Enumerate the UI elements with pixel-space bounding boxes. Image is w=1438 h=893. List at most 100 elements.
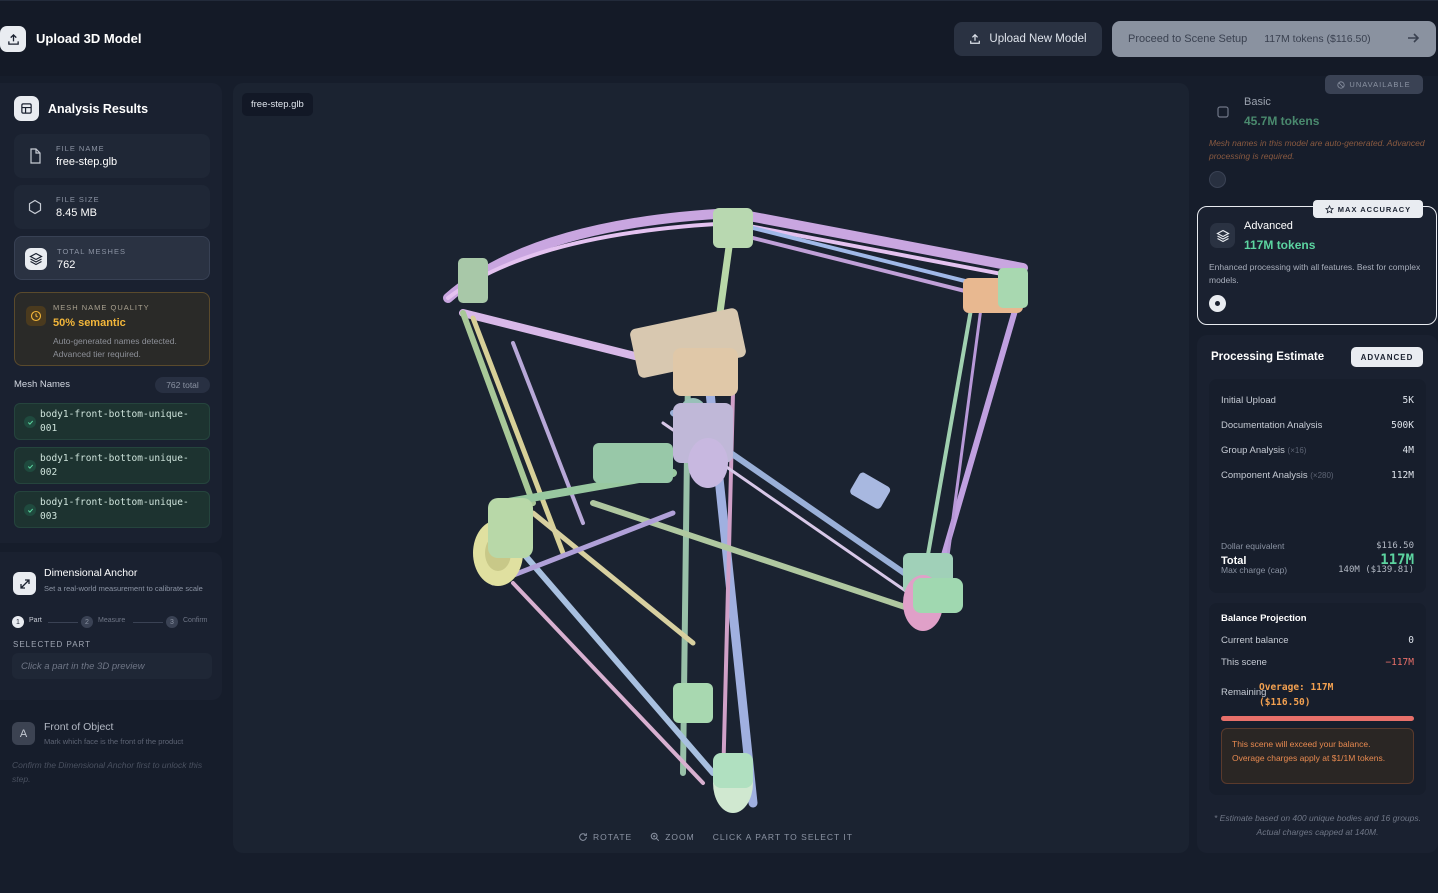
total-meshes-card: TOTAL MESHES 762 — [14, 236, 210, 280]
zoom-hint-label: ZOOM — [665, 832, 695, 842]
row-label: Component Analysis — [1221, 470, 1308, 481]
basic-tier-name: Basic — [1244, 96, 1271, 108]
max-charge-label: Max charge (cap) — [1221, 565, 1288, 575]
front-locked-note: Confirm the Dimensional Anchor first to … — [12, 760, 203, 784]
estimate-row: Documentation Analysis 500K — [1221, 420, 1414, 431]
arrow-right-icon — [1408, 33, 1420, 43]
anchor-steps: 1 Part 2 Measure 3 Confirm — [12, 615, 212, 629]
file-size-card: FILE SIZE 8.45 MB — [14, 185, 210, 229]
mesh-name-quality-card: MESH NAME QUALITY 50% semantic Auto-gene… — [14, 292, 210, 366]
page-title: Upload 3D Model — [36, 31, 142, 46]
advanced-tier-tokens: 117M tokens — [1244, 238, 1316, 252]
file-name-label: FILE NAME — [56, 144, 105, 153]
upload-new-model-button[interactable]: Upload New Model — [954, 22, 1102, 56]
row-value: 4M — [1402, 445, 1414, 456]
analysis-title: Analysis Results — [48, 101, 149, 116]
quality-description: Auto-generated names detected. Advanced … — [53, 336, 177, 359]
star-icon — [1324, 204, 1334, 214]
check-icon — [24, 460, 36, 472]
this-scene-label: This scene — [1221, 657, 1267, 668]
step-divider — [133, 622, 163, 623]
estimate-row: Component Analysis (×280) 112M — [1221, 470, 1414, 481]
frame-joint — [458, 258, 488, 303]
wheel — [713, 753, 753, 788]
frame-joint — [850, 472, 891, 509]
max-charge-value: 140M ($139.81) — [1338, 565, 1414, 575]
overage-warning: This scene will exceed your balance. Ove… — [1221, 728, 1414, 784]
step-3-dot: 3 — [166, 616, 178, 628]
basic-tier-radio[interactable] — [1209, 171, 1226, 188]
zoom-hint: ZOOM — [650, 832, 695, 842]
step-2-dot: 2 — [81, 616, 93, 628]
front-step-badge: A — [12, 722, 35, 745]
model-viewer[interactable]: free-step.glb ROTATE ZOOM CLICK A PART T… — [233, 83, 1189, 853]
zoom-icon — [650, 832, 660, 842]
file-size-label: FILE SIZE — [56, 195, 100, 204]
total-meshes-value: 762 — [57, 259, 76, 271]
unavailable-label: UNAVAILABLE — [1349, 80, 1411, 89]
front-description: Mark which face is the front of the prod… — [44, 737, 184, 746]
upload-icon — [0, 26, 26, 52]
row-label: Initial Upload — [1221, 395, 1276, 406]
dollar-row: Dollar equivalent $116.50 — [1221, 541, 1414, 551]
this-scene-row: This scene −117M — [1221, 657, 1414, 668]
step-1-dot: 1 — [12, 616, 24, 628]
mesh-list-item[interactable]: body1-front-bottom-unique-002 — [14, 447, 210, 484]
frame-joint — [673, 683, 713, 723]
basic-tier-tokens: 45.7M tokens — [1244, 114, 1320, 128]
frame-joint — [713, 208, 753, 248]
selected-part-field[interactable]: Click a part in the 3D preview — [12, 653, 212, 679]
proceed-to-scene-setup-button[interactable]: Proceed to Scene Setup 117M tokens ($116… — [1112, 21, 1436, 57]
advanced-tier-name: Advanced — [1244, 220, 1293, 232]
frame-joint — [998, 268, 1028, 308]
overage-value: Overage: 117M ($116.50) — [1259, 680, 1333, 710]
row-multiplier: (×16) — [1287, 446, 1307, 455]
overage-amount: Overage: 117M — [1259, 682, 1334, 693]
frame-strut — [590, 500, 926, 616]
unavailable-badge: UNAVAILABLE — [1325, 75, 1423, 94]
advanced-badge: ADVANCED — [1351, 347, 1423, 367]
quality-value: 50% semantic — [53, 317, 126, 329]
rotate-hint-label: ROTATE — [593, 832, 633, 842]
estimate-row: Initial Upload 5K — [1221, 395, 1414, 406]
table-icon — [14, 96, 39, 121]
rotate-hint: ROTATE — [578, 832, 632, 842]
step-divider — [48, 622, 78, 623]
estimate-row: Group Analysis (×16) 4M — [1221, 445, 1414, 456]
step-1-label: Part — [29, 617, 42, 624]
mesh-list-item[interactable]: body1-front-bottom-unique-001 — [14, 403, 210, 440]
balance-projection: Balance Projection Current balance 0 Thi… — [1209, 603, 1426, 795]
advanced-tier-radio[interactable] — [1209, 295, 1226, 312]
check-icon — [24, 416, 36, 428]
row-multiplier: (×280) — [1310, 471, 1334, 480]
click-hint: CLICK A PART TO SELECT IT — [712, 832, 853, 842]
3d-model-preview[interactable] — [233, 83, 1189, 853]
max-accuracy-badge: MAX ACCURACY — [1313, 200, 1423, 218]
upload-icon — [970, 33, 981, 44]
mesh-names-label: Mesh Names — [14, 379, 70, 390]
wheel — [913, 578, 963, 613]
file-name-value: free-step.glb — [56, 156, 118, 168]
analysis-results-panel: Analysis Results FILE NAME free-step.glb… — [0, 83, 222, 543]
check-icon — [24, 504, 36, 516]
wheel — [488, 498, 533, 558]
this-scene-value: −117M — [1385, 657, 1414, 668]
total-meshes-label: TOTAL MESHES — [57, 247, 126, 256]
mesh-list-item[interactable]: body1-front-bottom-unique-003 — [14, 491, 210, 528]
max-charge-row: Max charge (cap) 140M ($139.81) — [1221, 565, 1414, 575]
balance-title: Balance Projection — [1221, 613, 1307, 624]
row-value: 5K — [1402, 395, 1414, 406]
row-value: 112M — [1391, 470, 1414, 481]
frame-joint — [593, 443, 673, 483]
upload-new-model-label: Upload New Model — [989, 33, 1087, 45]
estimate-title: Processing Estimate — [1211, 351, 1325, 363]
layers-icon — [25, 248, 47, 270]
anchor-description: Set a real-world measurement to calibrat… — [44, 584, 203, 593]
dollar-value: $116.50 — [1376, 541, 1414, 551]
mesh-name: body1-front-bottom-unique-001 — [40, 409, 189, 434]
rotate-icon — [579, 833, 587, 841]
radio-dot — [1215, 301, 1220, 306]
quality-label: MESH NAME QUALITY — [53, 303, 150, 312]
front-of-object-panel: A Front of Object Mark which face is the… — [0, 708, 222, 798]
processing-estimate-panel: Processing Estimate ADVANCED Initial Upl… — [1197, 335, 1438, 853]
